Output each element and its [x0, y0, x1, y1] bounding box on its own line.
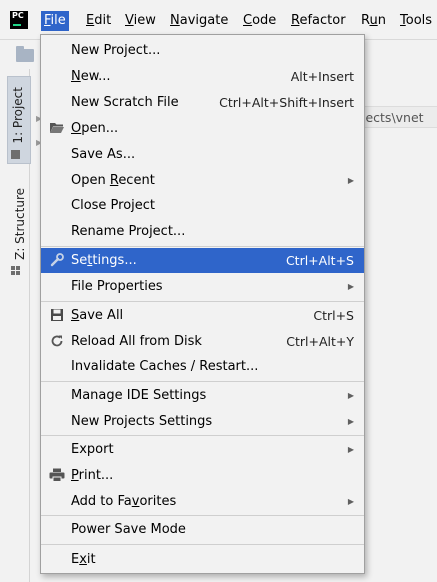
submenu-arrow-icon: ▶: [347, 416, 354, 426]
reload-icon: [49, 333, 65, 349]
menu-tools[interactable]: Tools: [397, 11, 435, 31]
shortcut-label: Ctrl+Alt+Shift+Insert: [219, 94, 354, 110]
menu-item-save-all[interactable]: Save All Ctrl+S: [41, 303, 364, 328]
wrench-icon: [49, 252, 65, 268]
menu-file[interactable]: File: [41, 11, 69, 31]
menu-item-print[interactable]: Print...: [41, 462, 364, 488]
submenu-arrow-icon: ▶: [347, 281, 354, 291]
menu-separator: [41, 544, 364, 545]
menu-separator: [41, 435, 364, 436]
submenu-arrow-icon: ▶: [347, 175, 354, 185]
project-tab-label: 1: Project: [11, 87, 25, 144]
editor-path: jects\vnet: [358, 106, 437, 128]
menu-navigate[interactable]: Navigate: [167, 11, 231, 31]
menu-code[interactable]: Code: [240, 11, 279, 31]
shortcut-label: Ctrl+Alt+S: [285, 253, 354, 268]
menu-item-rename-project[interactable]: Rename Project...: [41, 218, 364, 244]
menu-item-export[interactable]: Export ▶: [41, 437, 364, 462]
printer-icon: [49, 467, 65, 483]
shortcut-label: Ctrl+Alt+Y: [286, 333, 354, 349]
menu-item-close-project[interactable]: Close Project: [41, 193, 364, 218]
project-tool-icon: [11, 150, 20, 159]
project-folder-icon[interactable]: [16, 46, 34, 62]
menu-item-new-projects-settings[interactable]: New Projects Settings ▶: [41, 408, 364, 434]
menu-item-open-recent[interactable]: Open Recent ▶: [41, 167, 364, 193]
submenu-arrow-icon: ▶: [347, 445, 354, 454]
structure-tab-label[interactable]: Z: Structure: [13, 188, 27, 260]
menu-edit[interactable]: Edit: [83, 11, 114, 31]
menu-separator: [41, 515, 364, 516]
menu-item-reload-all[interactable]: Reload All from Disk Ctrl+Alt+Y: [41, 328, 364, 354]
menu-item-add-to-favorites[interactable]: Add to Favorites ▶: [41, 488, 364, 514]
shortcut-label: Alt+Insert: [290, 68, 354, 84]
menu-item-power-save-mode[interactable]: Power Save Mode: [41, 517, 364, 542]
menu-item-exit[interactable]: Exit: [41, 546, 364, 572]
menu-item-new-scratch-file[interactable]: New Scratch File Ctrl+Alt+Shift+Insert: [41, 89, 364, 115]
menu-separator: [41, 381, 364, 382]
menu-item-new[interactable]: New... Alt+Insert: [41, 63, 364, 89]
folder-open-icon: [49, 120, 65, 136]
menu-item-invalidate-caches[interactable]: Invalidate Caches / Restart...: [41, 354, 364, 379]
menu-view[interactable]: View: [122, 11, 159, 31]
file-menu-dropdown: New Project... New... Alt+Insert New Scr…: [40, 34, 365, 574]
menu-item-settings[interactable]: Settings... Ctrl+Alt+S: [41, 248, 364, 273]
menu-run[interactable]: Run: [358, 11, 389, 31]
pycharm-logo-icon: PC: [10, 11, 28, 29]
menu-item-open[interactable]: Open...: [41, 115, 364, 141]
structure-tool-icon: [11, 266, 20, 275]
menu-refactor[interactable]: Refactor: [288, 11, 349, 31]
menu-item-save-as[interactable]: Save As...: [41, 141, 364, 167]
menu-item-new-project[interactable]: New Project...: [41, 38, 364, 63]
submenu-arrow-icon: ▶: [347, 391, 354, 400]
submenu-arrow-icon: ▶: [347, 496, 354, 506]
menu-item-manage-ide-settings[interactable]: Manage IDE Settings ▶: [41, 383, 364, 408]
floppy-disk-icon: [49, 307, 65, 323]
menu-item-file-properties[interactable]: File Properties ▶: [41, 273, 364, 299]
shortcut-label: Ctrl+S: [313, 308, 354, 323]
menu-separator: [41, 301, 364, 302]
menu-separator: [41, 246, 364, 247]
